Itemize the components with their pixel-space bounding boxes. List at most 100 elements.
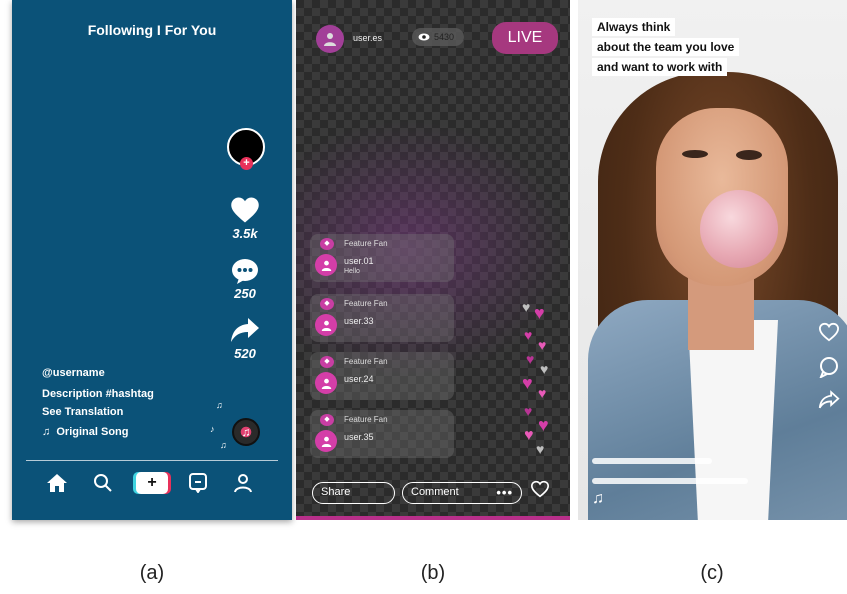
share-button[interactable] [818, 390, 840, 415]
home-icon [47, 474, 67, 492]
feed-tabs-header[interactable]: Following I For You [12, 22, 292, 38]
user-silhouette-icon [321, 260, 331, 271]
heart-icon: ♥ [524, 327, 533, 343]
comment-outline-icon [819, 357, 838, 380]
heart-icon [231, 197, 259, 223]
fan-label: Feature Fan [344, 415, 388, 424]
chat-user-avatar[interactable] [315, 314, 337, 336]
music-note-icon[interactable]: ♫ [592, 490, 604, 508]
song-label[interactable]: ♫ Original Song [42, 426, 129, 438]
nav-inbox[interactable] [185, 470, 211, 496]
chat-user-avatar[interactable] [315, 430, 337, 452]
like-button[interactable]: 3.5k [217, 196, 273, 241]
caption-placeholder-line [592, 478, 748, 484]
music-note-icon: ♫ [220, 440, 227, 450]
panel-c-video-photo: Always think about the team you love and… [578, 0, 847, 520]
video-username[interactable]: @username [42, 367, 105, 379]
fan-label: Feature Fan [344, 299, 388, 308]
share-arrow-icon [818, 390, 840, 409]
comment-bubble-icon [232, 259, 258, 284]
caption-placeholder-line [592, 458, 712, 464]
heart-icon: ♥ [538, 385, 547, 401]
chat-username[interactable]: user.24 [344, 374, 374, 384]
nav-search[interactable] [90, 470, 116, 496]
nav-create[interactable]: + [132, 470, 172, 496]
figure-caption-a: (a) [139, 562, 165, 584]
floating-hearts: ♥ ♥ ♥ ♥ ♥ ♥ ♥ ♥ ♥ ♥ ♥ ♥ [520, 300, 560, 460]
chat-message: ◆ Feature Fan user.24 [310, 352, 454, 400]
eye-icon [418, 33, 430, 41]
comment-count: 250 [234, 286, 256, 301]
nav-divider [26, 460, 278, 461]
comment-placeholder: Comment [411, 486, 459, 498]
video-caption: Always think about the team you love and… [592, 18, 740, 78]
figure-caption-c: (c) [700, 562, 724, 584]
figure-caption-b: (b) [420, 562, 446, 584]
chat-username[interactable]: user.33 [344, 316, 374, 326]
comment-button[interactable] [818, 356, 840, 383]
see-translation-link[interactable]: See Translation [42, 406, 123, 418]
panel-a-tiktok-feed: Following I For You + 3.5k 250 520 @user… [12, 0, 292, 520]
caption-line: and want to work with [592, 58, 728, 76]
photo-eye-open [736, 150, 762, 160]
chat-message: ◆ Feature Fan user.33 [310, 294, 454, 342]
photo-white-shirt [688, 320, 778, 520]
heart-icon: ♥ [538, 415, 549, 435]
heart-outline-icon [818, 322, 840, 342]
diamond-badge-icon: ◆ [320, 414, 334, 426]
chat-message: ◆ Feature Fan user.01 Hello [310, 234, 454, 282]
share-input[interactable]: Share [312, 482, 395, 504]
music-note-icon: ♫ [42, 426, 57, 438]
viewer-count-badge: 5430 [412, 28, 464, 46]
caption-line: about the team you love [592, 38, 740, 56]
chat-username[interactable]: user.35 [344, 432, 374, 442]
chat-text: Hello [344, 268, 360, 275]
chat-user-avatar[interactable] [315, 254, 337, 276]
share-arrow-icon [231, 318, 259, 342]
viewer-count: 5430 [434, 32, 455, 42]
more-options-icon[interactable]: ••• [496, 483, 513, 502]
heart-icon: ♥ [540, 361, 549, 377]
music-disc-icon[interactable]: ♫ [232, 418, 260, 446]
follow-plus-icon[interactable]: + [240, 157, 253, 170]
chat-user-avatar[interactable] [315, 372, 337, 394]
live-badge: LIVE [492, 22, 558, 54]
user-silhouette-icon [324, 33, 336, 46]
photo-bubblegum [700, 190, 778, 268]
inbox-icon [189, 473, 207, 493]
heart-icon: ♥ [534, 303, 545, 323]
streamer-username[interactable]: user.es [353, 33, 382, 43]
nav-profile[interactable] [230, 470, 256, 496]
user-silhouette-icon [321, 378, 331, 389]
diamond-badge-icon: ◆ [320, 356, 334, 368]
comment-button[interactable]: 250 [217, 258, 273, 301]
heart-icon: ♥ [524, 403, 533, 419]
like-button[interactable] [530, 480, 550, 503]
user-silhouette-icon [321, 436, 331, 447]
search-icon [94, 474, 112, 492]
music-note-icon: ♪ [210, 424, 215, 434]
heart-icon: ♥ [536, 441, 545, 457]
heart-icon: ♥ [538, 337, 547, 353]
profile-icon [234, 474, 252, 493]
caption-line: Always think [592, 18, 676, 36]
like-button[interactable] [818, 322, 840, 347]
nav-home[interactable] [44, 470, 70, 496]
panel-b-live-stream: user.es 5430 LIVE ◆ Feature Fan user.01 … [296, 0, 570, 520]
create-plus-icon: + [136, 472, 168, 494]
heart-icon: ♥ [522, 299, 531, 315]
song-name: Original Song [56, 426, 129, 438]
diamond-badge-icon: ◆ [320, 298, 334, 310]
comment-input[interactable]: Comment ••• [402, 482, 522, 504]
heart-icon: ♥ [526, 351, 535, 367]
share-button[interactable]: 520 [217, 316, 273, 361]
heart-icon: ♥ [524, 427, 534, 444]
streamer-avatar[interactable] [316, 25, 344, 53]
music-note-icon: ♫ [216, 400, 223, 410]
diamond-badge-icon: ◆ [320, 238, 334, 250]
video-description: Description #hashtag [42, 388, 154, 400]
heart-outline-icon [530, 480, 550, 498]
chat-username[interactable]: user.01 [344, 256, 374, 266]
fan-label: Feature Fan [344, 357, 388, 366]
chat-message: ◆ Feature Fan user.35 [310, 410, 454, 458]
